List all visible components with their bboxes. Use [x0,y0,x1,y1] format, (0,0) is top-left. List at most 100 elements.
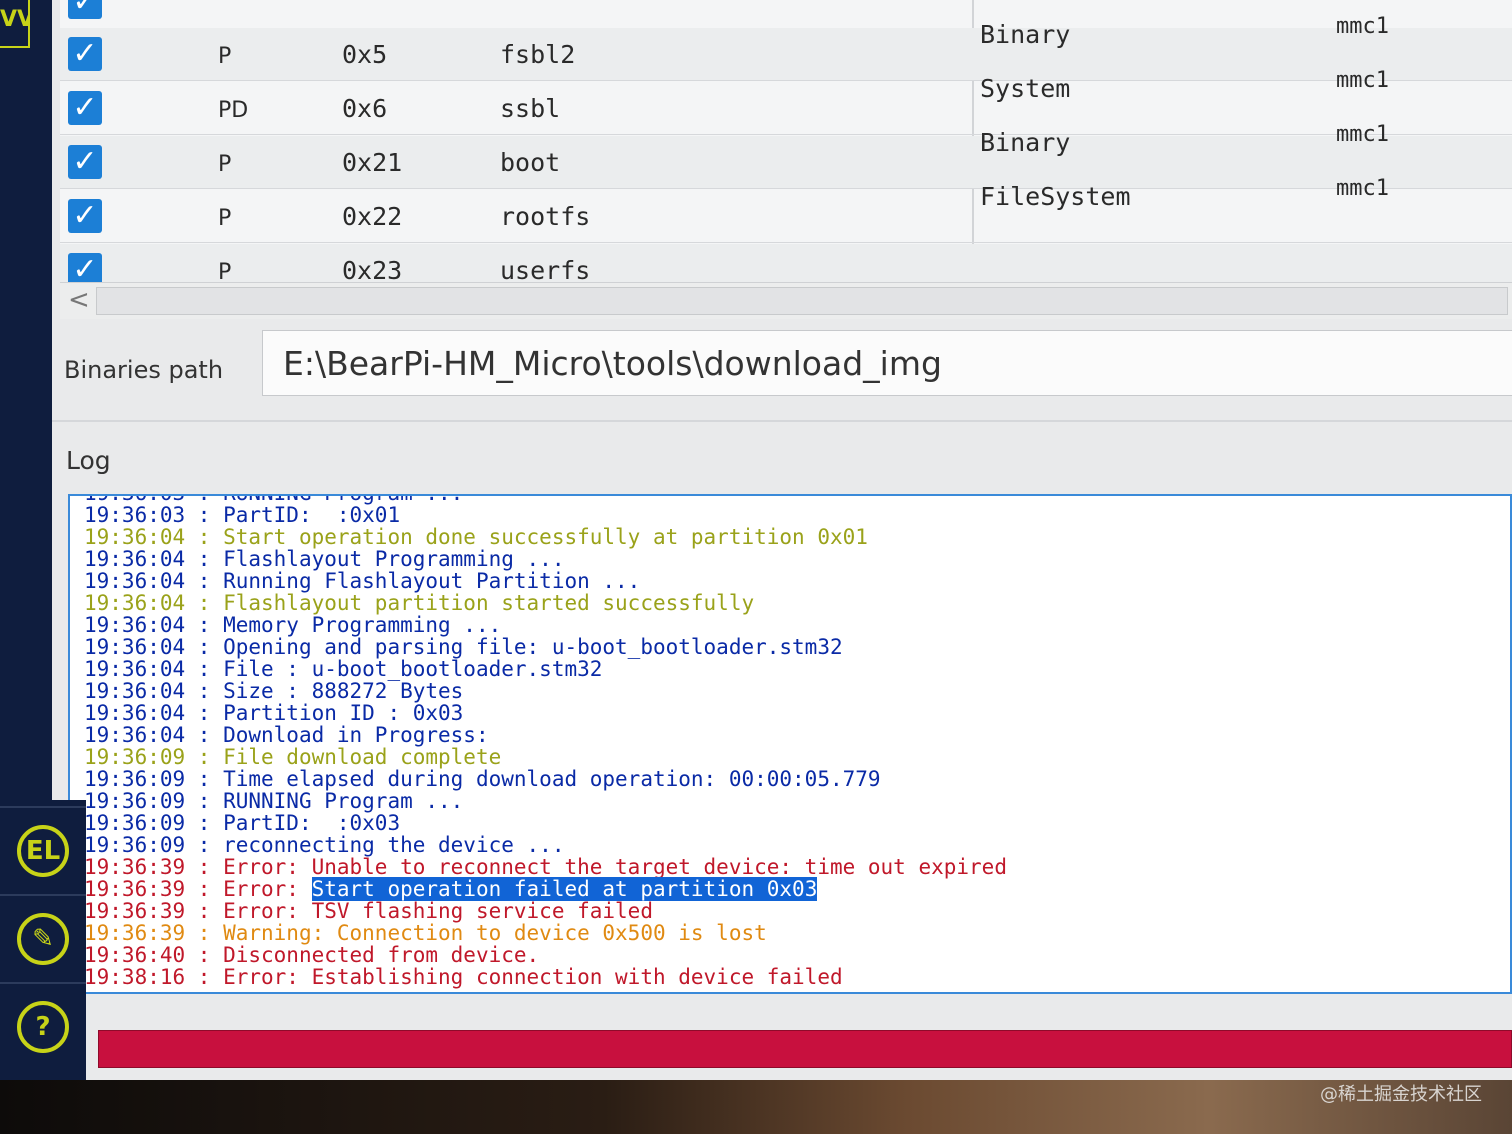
log-output[interactable]: 19:36:03 : RUNNING Program ... 19:36:03 :… [68,494,1512,994]
log-message: Error: Establishing connection with devi… [223,965,843,989]
progress-bar [98,1030,1512,1068]
log-message: PartID: :0x01 [223,503,401,527]
cell-type: FileSystem [980,182,1131,211]
log-line: 19:36:04 : Partition ID : 0x03 [84,702,463,724]
cell-id: 0x23 [342,256,403,285]
cell-id: 0x21 [342,148,403,177]
log-message: Disconnected from device. [223,943,540,967]
log-time: 19:36:09 [84,767,186,791]
cell-type: Binary [980,128,1071,157]
cell-ip: P [218,44,232,69]
el-icon: EL [17,825,69,877]
cell-id: 0x22 [342,202,403,231]
cell-ip: P [218,206,232,231]
log-line: 19:36:04 : Size : 888272 Bytes [84,680,463,702]
cell-ip: PD [218,98,249,123]
table-row[interactable]: ✓ P 0x21 boot Binary mmc1 [60,122,1512,189]
log-line: 19:36:04 : Start operation done successf… [84,526,868,548]
scroll-left-icon[interactable]: < [68,285,90,315]
log-line: 19:36:04 : Flashlayout partition started… [84,592,754,614]
help-icon: ? [17,1001,69,1053]
log-line: 19:36:39 : Error: Unable to reconnect th… [84,856,1007,878]
sidebar-button-erase[interactable]: ✎ [0,894,86,982]
log-separator: : [185,767,224,791]
log-separator: : [185,679,224,703]
log-line: 19:36:09 : Time elapsed during download … [84,768,881,790]
sidebar-button-help[interactable]: ? [0,982,86,1070]
log-separator: : [185,701,224,725]
checkbox[interactable]: ✓ [68,91,102,125]
log-message: Memory Programming ... [223,613,502,637]
log-message: reconnecting the device ... [223,833,565,857]
log-time: 19:36:04 [84,525,186,549]
checkbox[interactable]: ✓ [68,37,102,71]
log-line: 19:36:04 : Running Flashlayout Partition… [84,570,640,592]
cell-name: rootfs [500,202,591,231]
log-separator: : [185,547,224,571]
log-message: PartID: :0x03 [223,811,401,835]
log-time: 19:36:39 [84,877,186,901]
log-time: 19:38:16 [84,965,186,989]
log-message: File : u-boot_bootloader.stm32 [223,657,603,681]
log-separator: : [185,613,224,637]
log-message: Error: [223,877,312,901]
checkbox[interactable]: ✓ [68,199,102,233]
log-separator: : [185,811,224,835]
log-time: 19:36:09 [84,789,186,813]
table-row[interactable]: ✓Binarymmc1 [60,0,1512,29]
log-time: 19:36:09 [84,745,186,769]
binaries-path-input[interactable] [262,330,1512,396]
log-separator: : [185,657,224,681]
horizontal-scrollbar[interactable]: < [60,282,1512,319]
log-line: 19:36:39 : Error: TSV flashing service f… [84,900,653,922]
log-time: 19:36:39 [84,899,186,923]
cell-type: System [980,74,1071,103]
app-window: ✓Binarymmc1✓P0x5fsbl2Binarymmc1✓PD0x6ssb… [0,0,1512,1080]
log-time: 19:36:09 [84,811,186,835]
cell-id: 0x5 [342,40,388,69]
log-message: Running Flashlayout Partition ... [223,569,641,593]
log-time: 19:36:40 [84,943,186,967]
partition-table: ✓Binarymmc1✓P0x5fsbl2Binarymmc1✓PD0x6ssb… [60,0,1512,297]
table-row[interactable]: ✓ P 0x5 fsbl2 Binary mmc1 [60,14,1512,81]
log-separator: : [185,723,224,747]
log-line: 19:36:04 : Opening and parsing file: u-b… [84,636,843,658]
log-line: 19:36:09 : File download complete [84,746,501,768]
log-message: RUNNING Program ... [223,789,464,813]
checkbox[interactable]: ✓ [68,145,102,179]
log-message: Flashlayout Programming ... [223,547,565,571]
log-line: 19:36:04 : Memory Programming ... [84,614,501,636]
divider [52,420,1512,422]
log-separator: : [185,855,224,879]
scrollbar-thumb[interactable] [96,287,1508,315]
log-message: File download complete [223,745,502,769]
cell-ip: P [218,152,232,177]
cell-type: Binary [980,20,1071,49]
log-message: Flashlayout partition started successful… [223,591,755,615]
log-time: 19:36:39 [84,921,186,945]
cell-name: boot [500,148,561,177]
log-message: Download in Progress: [223,723,489,747]
log-label: Log [66,446,111,475]
log-selection[interactable]: Start operation failed at partition 0x03 [311,877,818,901]
log-separator: : [185,943,224,967]
log-time: 19:36:04 [84,547,186,571]
log-line: 19:36:09 : reconnecting the device ... [84,834,564,856]
log-separator: : [185,877,224,901]
log-line: 19:36:39 : Error: Start operation failed… [84,877,818,901]
log-message: Time elapsed during download operation: … [223,767,881,791]
log-separator: : [185,965,224,989]
sidebar-button-el[interactable]: EL [0,806,86,894]
log-message: Size : 888272 Bytes [223,679,464,703]
log-separator: : [185,525,224,549]
log-separator: : [185,591,224,615]
checkbox[interactable]: ✓ [68,0,102,19]
log-time: 19:36:04 [84,679,186,703]
table-row[interactable]: ✓ PD 0x6 ssbl System mmc1 [60,68,1512,135]
table-row[interactable]: ✓ P 0x22 rootfs FileSystem mmc1 [60,176,1512,243]
cell-name: userfs [500,256,591,285]
watermark: @稀土掘金技术社区 [1320,1084,1482,1105]
log-separator: : [185,921,224,945]
log-message: Partition ID : 0x03 [223,701,464,725]
binaries-path-label: Binaries path [64,356,224,384]
